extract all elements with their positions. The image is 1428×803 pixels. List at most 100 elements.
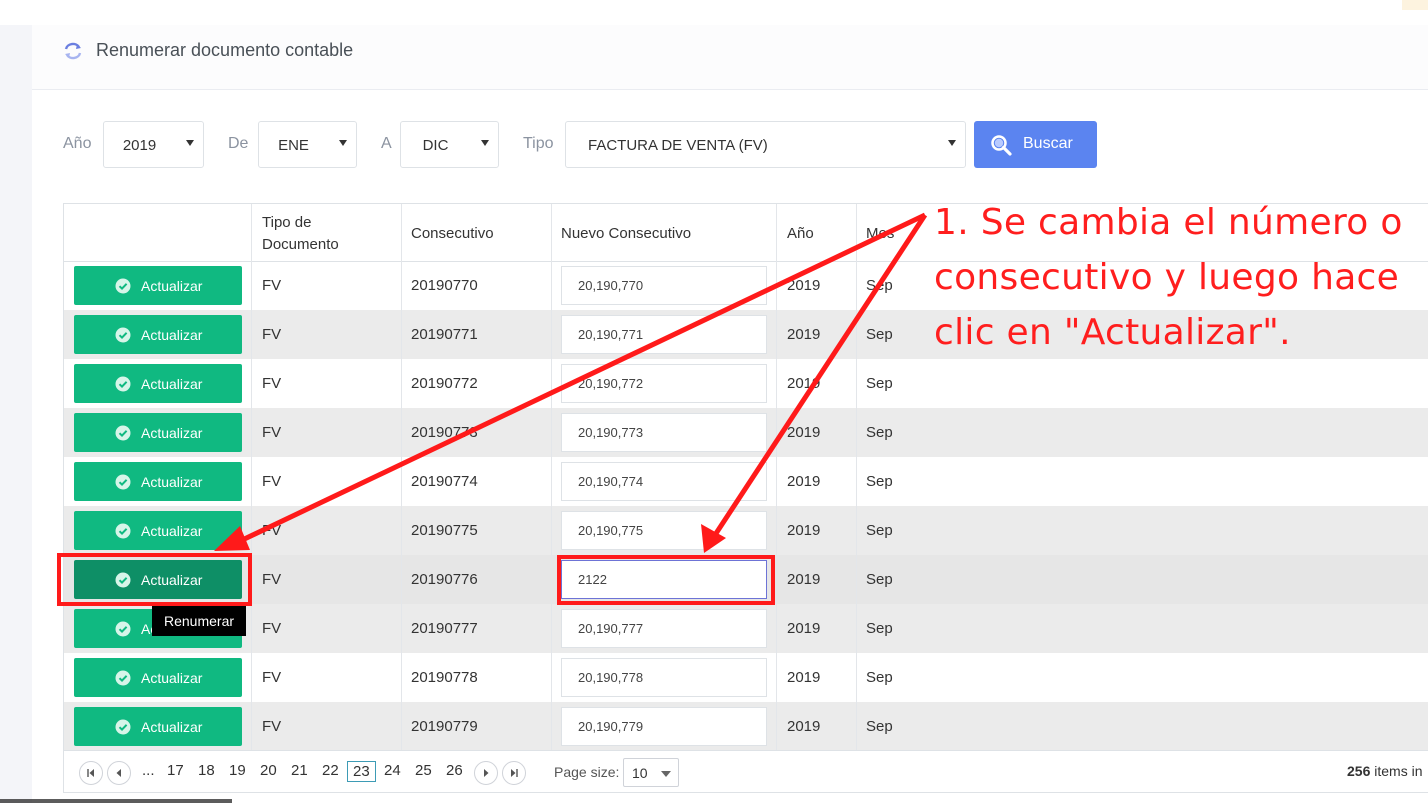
pager-info: 256 items in bbox=[1347, 763, 1422, 779]
cell-mes: Sep bbox=[866, 718, 893, 735]
check-circle-icon bbox=[115, 719, 131, 735]
next-page-icon bbox=[484, 769, 489, 777]
page-number[interactable]: 26 bbox=[446, 762, 463, 779]
update-button[interactable]: Actualizar bbox=[74, 511, 242, 550]
check-circle-icon bbox=[115, 474, 131, 490]
caret-down-icon bbox=[481, 140, 489, 146]
cell-tipo: FV bbox=[262, 522, 282, 539]
update-button[interactable]: Actualizar bbox=[74, 315, 242, 354]
cell-anio: 2019 bbox=[787, 424, 821, 441]
cell-tipo: FV bbox=[262, 669, 282, 686]
check-circle-icon bbox=[115, 278, 131, 294]
new-consecutive-input[interactable] bbox=[561, 707, 767, 746]
new-consecutive-input[interactable] bbox=[561, 462, 767, 501]
new-consecutive-input[interactable] bbox=[561, 315, 767, 354]
new-consecutive-input[interactable] bbox=[561, 413, 767, 452]
annotation-box-button bbox=[57, 553, 252, 606]
update-button[interactable]: Actualizar bbox=[74, 462, 242, 501]
column-divider bbox=[856, 204, 857, 750]
search-icon bbox=[991, 135, 1012, 156]
header-nuevo-consecutivo[interactable]: Nuevo Consecutivo bbox=[561, 223, 691, 245]
check-circle-icon bbox=[115, 327, 131, 343]
new-consecutive-input[interactable] bbox=[561, 658, 767, 697]
page-title: Renumerar documento contable bbox=[96, 40, 354, 60]
cell-mes: Sep bbox=[866, 375, 893, 392]
update-button[interactable]: Actualizar bbox=[74, 266, 242, 305]
update-button[interactable]: Actualizar bbox=[74, 413, 242, 452]
renumerar-tooltip: Renumerar bbox=[152, 606, 246, 636]
header-consecutivo[interactable]: Consecutivo bbox=[411, 223, 494, 245]
page-number[interactable]: 25 bbox=[415, 762, 432, 779]
from-month-select[interactable]: ENE bbox=[258, 121, 357, 168]
page-number[interactable]: 24 bbox=[384, 762, 401, 779]
new-consecutive-input[interactable] bbox=[561, 609, 767, 648]
document-type-value: FACTURA DE VENTA (FV) bbox=[588, 137, 768, 154]
last-page-button[interactable] bbox=[502, 761, 526, 785]
annotation-box-input bbox=[557, 555, 775, 605]
year-select-value: 2019 bbox=[122, 137, 157, 154]
cell-mes: Sep bbox=[866, 424, 893, 441]
table-row: Actualizar FV 20190773 2019 Sep bbox=[64, 408, 1428, 457]
page-number[interactable]: 18 bbox=[198, 762, 215, 779]
caret-down-icon bbox=[661, 771, 671, 777]
update-button-label: Actualizar bbox=[141, 719, 203, 735]
update-button[interactable]: Actualizar bbox=[74, 364, 242, 403]
cell-tipo: FV bbox=[262, 620, 282, 637]
cell-tipo: FV bbox=[262, 473, 282, 490]
cell-consecutivo: 20190778 bbox=[411, 669, 478, 686]
cell-anio: 2019 bbox=[787, 669, 821, 686]
caret-down-icon bbox=[186, 140, 194, 146]
page-number[interactable]: 20 bbox=[260, 762, 277, 779]
header-anio[interactable]: Año bbox=[787, 223, 814, 245]
new-consecutive-input[interactable] bbox=[561, 511, 767, 550]
cell-mes: Sep bbox=[866, 326, 893, 343]
update-button-label: Actualizar bbox=[141, 523, 203, 539]
update-button[interactable]: Actualizar bbox=[74, 658, 242, 697]
check-circle-icon bbox=[115, 670, 131, 686]
cell-anio: 2019 bbox=[787, 718, 821, 735]
document-type-select[interactable]: FACTURA DE VENTA (FV) bbox=[565, 121, 966, 168]
update-button[interactable]: Actualizar bbox=[74, 707, 242, 746]
cell-consecutivo: 20190770 bbox=[411, 277, 478, 294]
table-row: Actualizar FV 20190772 2019 Sep bbox=[64, 359, 1428, 408]
cell-mes: Sep bbox=[866, 277, 893, 294]
new-consecutive-input[interactable] bbox=[561, 266, 767, 305]
cell-consecutivo: 20190773 bbox=[411, 424, 478, 441]
header-tipo-line1: Tipo de bbox=[262, 214, 312, 231]
cell-anio: 2019 bbox=[787, 326, 821, 343]
to-month-select[interactable]: DIC bbox=[400, 121, 499, 168]
prev-page-icon bbox=[116, 769, 121, 777]
cell-anio: 2019 bbox=[787, 277, 821, 294]
page-number[interactable]: 19 bbox=[229, 762, 246, 779]
cell-consecutivo: 20190774 bbox=[411, 473, 478, 490]
update-button-label: Actualizar bbox=[141, 670, 203, 686]
total-suffix: items in bbox=[1374, 763, 1423, 779]
total-count: 256 bbox=[1347, 763, 1371, 779]
pager-ellipsis[interactable]: ... bbox=[142, 762, 155, 779]
check-circle-icon bbox=[115, 523, 131, 539]
page-number[interactable]: 22 bbox=[322, 762, 339, 779]
from-label: De bbox=[228, 135, 249, 152]
update-button-label: Actualizar bbox=[141, 278, 203, 294]
cell-tipo: FV bbox=[262, 718, 282, 735]
header-mes[interactable]: Mes bbox=[866, 223, 894, 245]
page-number-current[interactable]: 23 bbox=[347, 761, 376, 782]
search-button[interactable]: Buscar bbox=[974, 121, 1097, 168]
annotation-line-1: 1. Se cambia el número o bbox=[934, 202, 1403, 243]
year-select[interactable]: 2019 bbox=[103, 121, 204, 168]
next-page-button[interactable] bbox=[474, 761, 498, 785]
page-number[interactable]: 17 bbox=[167, 762, 184, 779]
table-row: Actualizar FV 20190779 2019 Sep bbox=[64, 702, 1428, 751]
new-consecutive-input[interactable] bbox=[561, 364, 767, 403]
cell-consecutivo: 20190775 bbox=[411, 522, 478, 539]
prev-page-button[interactable] bbox=[107, 761, 131, 785]
cell-consecutivo: 20190772 bbox=[411, 375, 478, 392]
page-number[interactable]: 21 bbox=[291, 762, 308, 779]
first-page-button[interactable] bbox=[79, 761, 103, 785]
top-bar bbox=[0, 0, 1428, 25]
check-circle-icon bbox=[115, 621, 131, 637]
year-label: Año bbox=[63, 135, 92, 152]
page-size-select[interactable]: 10 bbox=[623, 758, 679, 787]
cell-tipo: FV bbox=[262, 424, 282, 441]
annotation-line-3: clic en "Actualizar". bbox=[934, 312, 1291, 353]
